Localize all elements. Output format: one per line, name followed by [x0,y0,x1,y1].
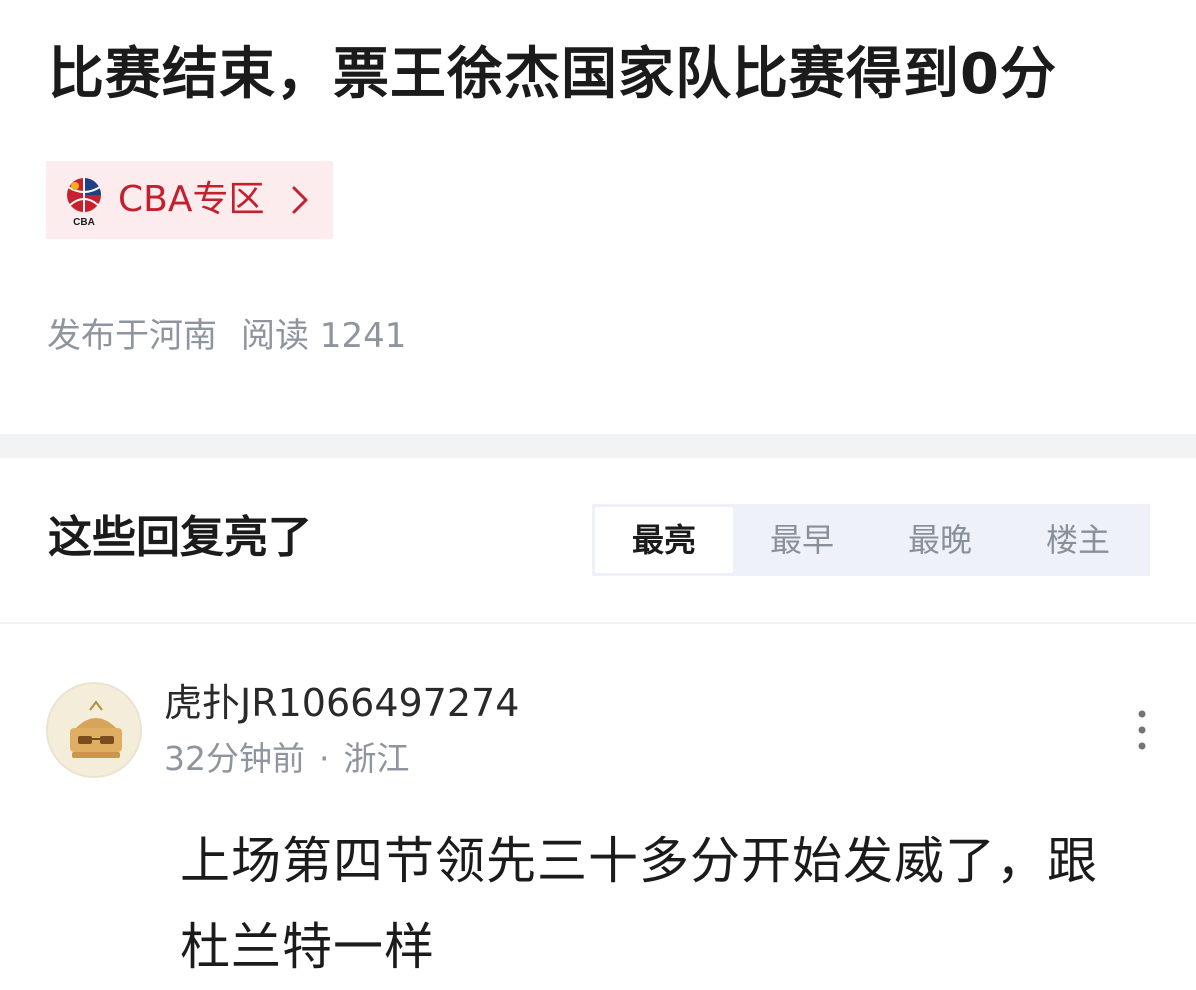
reply-username[interactable]: 虎扑JR1066497274 [164,676,519,730]
reply-body: 上场第四节领先三十多分开始发威了，跟杜兰特一样 [180,832,1098,976]
article-meta: 发布于河南 阅读 1241 [47,312,430,360]
reply-sort-tabs: 最亮 最早 最晚 楼主 [592,504,1150,576]
reply-meta: 32分钟前 · 浙江 [164,736,410,782]
article-location: 发布于河南 [47,316,217,356]
reply-location: 浙江 [343,739,410,778]
more-vertical-icon[interactable] [1130,706,1154,754]
avatar-icon[interactable] [46,682,142,778]
tab-original-poster[interactable]: 楼主 [1009,507,1147,573]
topic-tag-cba[interactable]: CBA CBA专区 [46,161,333,239]
list-divider [0,622,1196,624]
cba-logo-icon: CBA [67,178,101,227]
reply-time: 32分钟前 [164,739,305,778]
chevron-right-icon [292,186,308,214]
tab-latest[interactable]: 最晚 [871,507,1009,573]
replies-section-title: 这些回复亮了 [48,512,312,563]
tab-earliest[interactable]: 最早 [733,507,871,573]
article-title: 比赛结束，票王徐杰国家队比赛得到0分 [48,42,1057,107]
reply-meta-separator: · [319,739,330,778]
article-read-count: 阅读 1241 [241,316,407,356]
section-divider [0,434,1196,458]
topic-tag-label: CBA专区 [118,179,265,220]
tab-brightest[interactable]: 最亮 [595,507,733,573]
avatar-image [48,684,140,776]
svg-text:CBA: CBA [73,217,95,227]
